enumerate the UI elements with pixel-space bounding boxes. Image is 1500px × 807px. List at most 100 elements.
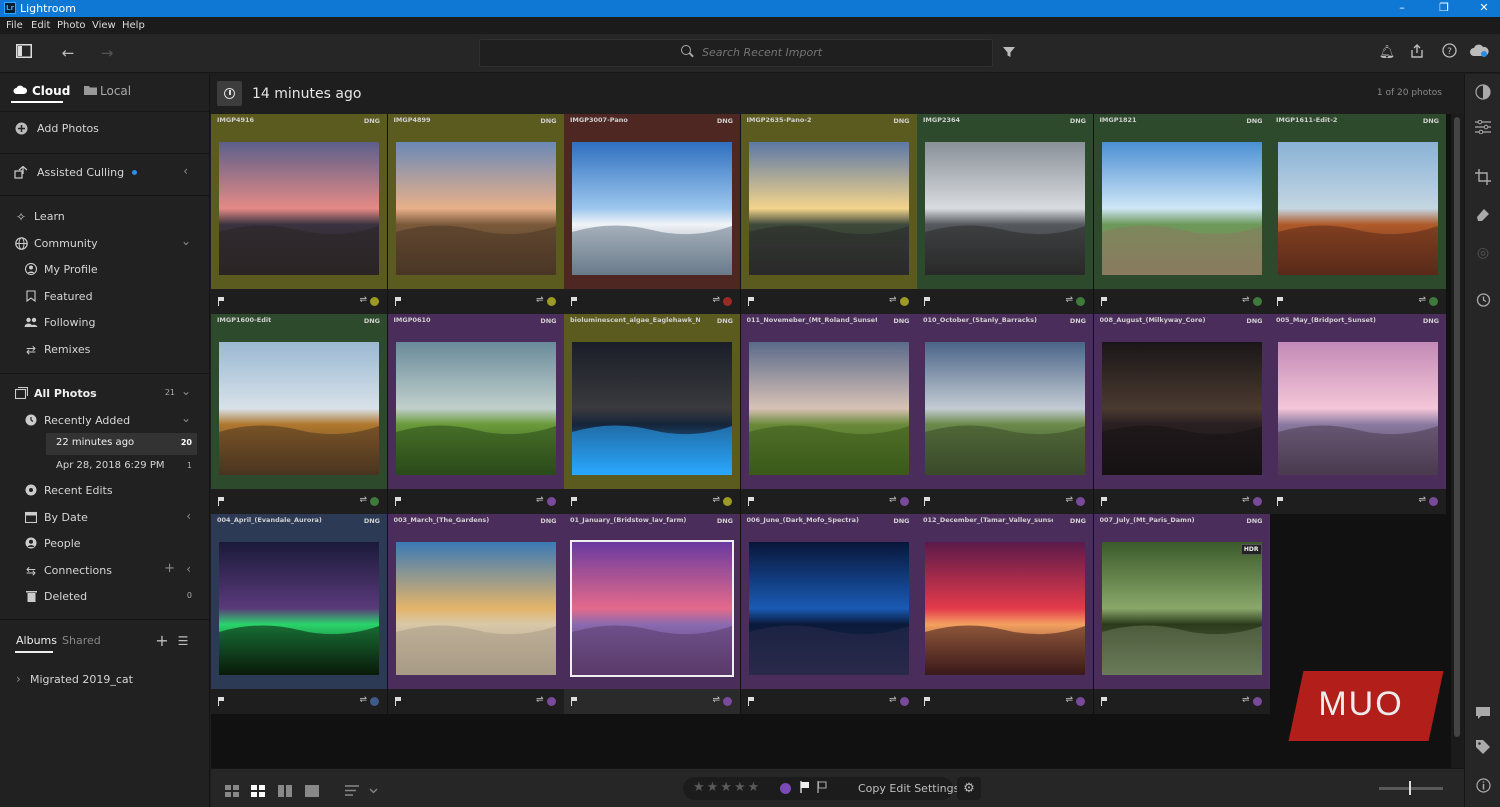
flag-icon[interactable] (924, 697, 931, 706)
panel-toggle-icon[interactable] (13, 42, 35, 64)
sidebar-item-people[interactable]: People (0, 532, 209, 556)
slider-knob[interactable] (1409, 781, 1411, 795)
add-connection-plus-icon[interactable]: + (164, 561, 175, 576)
pick-flag-icon[interactable] (800, 781, 812, 795)
photo-cell[interactable]: 004_April_(Evandale_Aurora) DNG ⇌ (211, 514, 387, 714)
flag-icon[interactable] (571, 697, 578, 706)
flag-icon[interactable] (394, 297, 402, 306)
photo-cell[interactable]: 007_July_(Mt_Paris_Damn) DNG HDR ⇌ (1093, 514, 1270, 714)
photo-cell[interactable]: IMGP4899 DNG ⇌ (387, 114, 564, 314)
color-label-dot[interactable] (1252, 297, 1262, 306)
sidebar-item-my-profile[interactable]: My Profile (0, 258, 209, 282)
collapse-chevron-icon[interactable]: ‹ (183, 164, 188, 178)
photo-cell[interactable]: 011_Novemeber_(Mt_Roland_Sunset) DNG ⇌ (740, 314, 917, 514)
add-album-plus-icon[interactable]: + (152, 631, 172, 651)
healing-eraser-icon[interactable] (1474, 206, 1492, 224)
expand-chevron-icon[interactable]: ⌄ (181, 234, 191, 248)
color-label-dot[interactable] (899, 297, 909, 306)
tab-shared[interactable]: Shared (60, 629, 110, 653)
sidebar-item-all-photos[interactable]: All Photos 21 ⌄ (0, 382, 209, 406)
sidebar-item-featured[interactable]: Featured (0, 285, 209, 309)
color-label-dot[interactable] (723, 297, 732, 306)
flag-icon[interactable] (747, 697, 755, 706)
back-arrow-icon[interactable]: ← (57, 42, 79, 64)
photo-cell[interactable]: 003_March_(The_Gardens) DNG ⇌ (387, 514, 564, 714)
clock-icon[interactable] (217, 81, 242, 106)
photo-thumbnail[interactable] (395, 142, 556, 275)
collapse-chevron-icon[interactable]: ‹ (186, 562, 191, 576)
photo-thumbnail[interactable] (925, 342, 1085, 475)
sort-menu-icon[interactable] (345, 782, 379, 796)
expand-chevron-icon[interactable]: ⌄ (181, 411, 191, 425)
menu-view[interactable]: View (92, 20, 116, 31)
photo-thumbnail[interactable] (1101, 342, 1262, 475)
search-bar[interactable] (479, 39, 993, 67)
expand-chevron-icon[interactable]: › (16, 672, 21, 686)
cloud-sync-icon[interactable] (1468, 42, 1490, 64)
help-icon[interactable]: ? (1438, 42, 1460, 64)
color-label-dot[interactable] (1429, 297, 1438, 306)
flag-icon[interactable] (394, 497, 402, 506)
sidebar-item-community[interactable]: Community ⌄ (0, 232, 209, 256)
flag-icon[interactable] (1277, 297, 1284, 306)
menu-edit[interactable]: Edit (31, 20, 50, 31)
photo-cell[interactable]: IMGP1600-Edit DNG ⇌ (211, 314, 387, 514)
crop-icon[interactable] (1474, 169, 1492, 187)
photo-cell[interactable]: 010_October_(Stanly_Barracks) DNG ⇌ (917, 314, 1093, 514)
share-icon[interactable] (1406, 42, 1428, 64)
photo-thumbnail[interactable] (748, 142, 909, 275)
photo-cell[interactable]: IMGP0610 DNG ⇌ (387, 314, 564, 514)
photo-cell[interactable]: IMGP1611-Edit-2 DNG ⇌ (1270, 114, 1446, 314)
tab-albums[interactable]: Albums (0, 629, 60, 653)
sort-lines-icon[interactable]: ☰ (173, 631, 193, 651)
flag-icon[interactable] (1100, 697, 1108, 706)
flag-icon[interactable] (924, 497, 931, 506)
photo-thumbnail[interactable] (748, 342, 909, 475)
keyword-tag-icon[interactable] (1474, 740, 1492, 758)
scrollbar-thumb[interactable] (1454, 117, 1460, 737)
color-label-dot[interactable] (723, 697, 732, 706)
color-label-dot[interactable] (546, 697, 556, 706)
sidebar-item-22-minutes-ago[interactable]: 22 minutes ago 20 (0, 432, 209, 456)
minimize-button[interactable]: – (1392, 1, 1412, 14)
flag-icon[interactable] (571, 497, 578, 506)
color-label-dot[interactable] (370, 697, 379, 706)
sidebar-item-recent-edits[interactable]: Recent Edits (0, 479, 209, 503)
star-rating[interactable]: ★★★★★ (693, 780, 761, 795)
photo-cell[interactable]: IMGP4916 DNG ⇌ (211, 114, 387, 314)
vertical-scrollbar[interactable] (1451, 114, 1464, 768)
photo-cell[interactable]: 006_June_(Dark_Mofo_Spectra) DNG ⇌ (740, 514, 917, 714)
sidebar-item-connections[interactable]: ⇆ Connections + ‹ (0, 559, 209, 583)
color-label-dot[interactable] (1076, 297, 1085, 306)
masking-icon[interactable]: ◎ (1474, 244, 1492, 262)
menu-help[interactable]: Help (122, 20, 145, 31)
color-label-dot[interactable] (1076, 697, 1085, 706)
photo-thumbnail[interactable] (1278, 142, 1438, 275)
flag-icon[interactable] (394, 697, 402, 706)
adjust-sliders-icon[interactable] (1474, 119, 1492, 138)
forward-arrow-icon[interactable]: → (96, 42, 118, 64)
photo-thumbnail[interactable] (1101, 142, 1262, 275)
photo-thumbnail[interactable] (925, 542, 1085, 675)
sidebar-item-following[interactable]: Following (0, 311, 209, 335)
color-label-dot[interactable] (1076, 497, 1085, 506)
photo-cell[interactable]: 005_May_(Bridport_Sunset) DNG ⇌ (1270, 314, 1446, 514)
sidebar-item-remixes[interactable]: ⇄ Remixes (0, 338, 209, 362)
photo-thumbnail[interactable] (1101, 542, 1262, 675)
photo-thumbnail[interactable] (395, 342, 556, 475)
photo-cell[interactable]: bioluminescent_algae_Eaglehawk_N... DNG ⇌ (564, 314, 740, 514)
compare-view-icon[interactable] (278, 782, 292, 797)
sidebar-item-by-date[interactable]: By Date ‹ (0, 506, 209, 530)
comment-icon[interactable] (1474, 706, 1492, 724)
sidebar-item-recently-added[interactable]: Recently Added ⌄ (0, 409, 209, 433)
menu-file[interactable]: File (6, 20, 23, 31)
tab-local[interactable]: Local (80, 79, 160, 103)
expand-chevron-icon[interactable]: ⌄ (181, 384, 191, 398)
photo-cell[interactable]: IMGP1821 DNG ⇌ (1093, 114, 1270, 314)
thumbnail-size-slider[interactable] (1379, 781, 1443, 795)
flag-icon[interactable] (571, 297, 578, 306)
photo-thumbnail[interactable] (1278, 342, 1438, 475)
flag-icon[interactable] (1277, 497, 1284, 506)
history-icon[interactable] (1474, 292, 1492, 310)
gear-icon[interactable]: ⚙ (957, 777, 981, 800)
